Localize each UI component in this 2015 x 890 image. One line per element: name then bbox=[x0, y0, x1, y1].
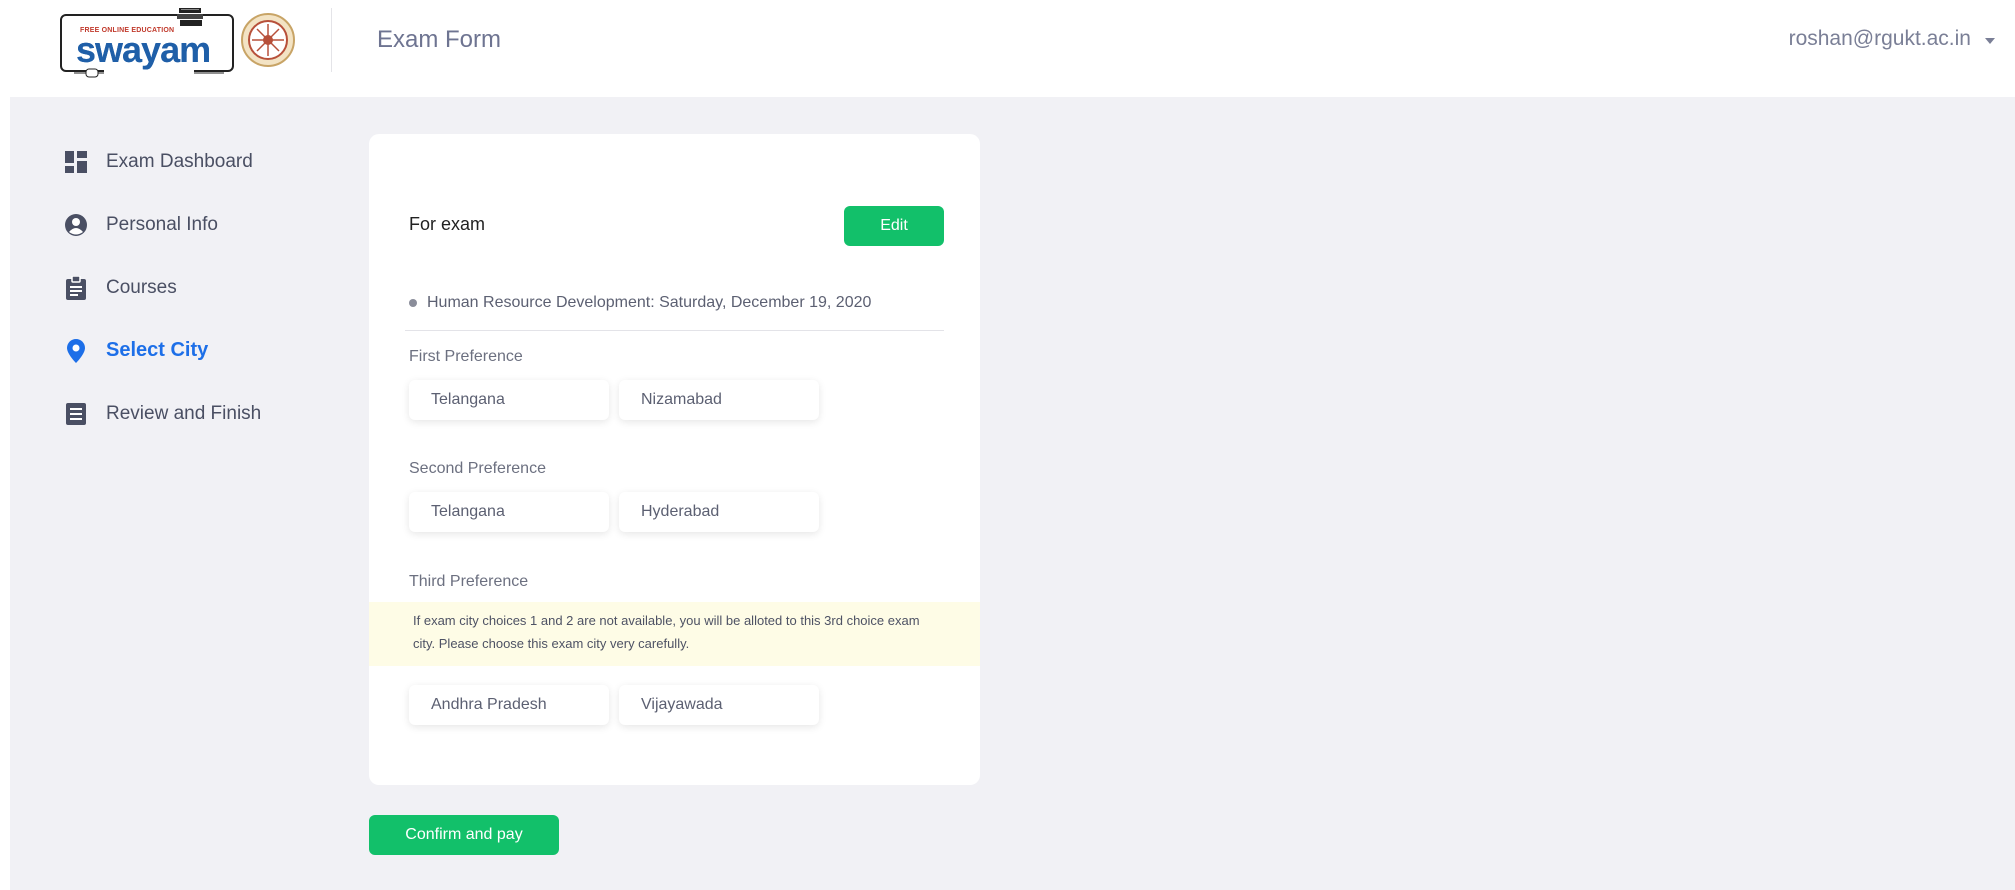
third-preference-state[interactable]: Andhra Pradesh bbox=[409, 685, 609, 725]
swayam-logo-box: FREE ONLINE EDUCATION swayam bbox=[60, 14, 234, 78]
map-pin-icon bbox=[64, 338, 88, 363]
first-preference-city[interactable]: Nizamabad bbox=[619, 380, 819, 420]
second-preference-state[interactable]: Telangana bbox=[409, 492, 609, 532]
sidebar-item-label: Personal Info bbox=[106, 213, 218, 235]
document-list-icon bbox=[64, 402, 88, 426]
first-preference-label: First Preference bbox=[409, 348, 523, 365]
exam-item: Human Resource Development: Saturday, De… bbox=[409, 294, 871, 312]
books-icon bbox=[177, 8, 203, 26]
second-preference-city[interactable]: Hyderabad bbox=[619, 492, 819, 532]
sidebar-item-select-city[interactable]: Select City bbox=[64, 319, 324, 382]
chevron-down-icon[interactable] bbox=[1985, 38, 1995, 44]
confirm-and-pay-button[interactable]: Confirm and pay bbox=[369, 815, 559, 855]
user-email[interactable]: roshan@rgukt.ac.in bbox=[1789, 27, 1971, 51]
logo-wordmark: swayam bbox=[76, 29, 211, 70]
first-preference-state[interactable]: Telangana bbox=[409, 380, 609, 420]
sidebar-item-label: Exam Dashboard bbox=[106, 150, 253, 172]
third-preference-notice: If exam city choices 1 and 2 are not ava… bbox=[369, 602, 980, 666]
second-preference-label: Second Preference bbox=[409, 460, 546, 477]
sidebar-item-courses[interactable]: Courses bbox=[64, 256, 324, 319]
bullet-icon bbox=[409, 299, 417, 307]
user-circle-icon bbox=[64, 213, 88, 237]
top-header: FREE ONLINE EDUCATION swayam Exam Form r… bbox=[0, 0, 2015, 97]
third-preference-city[interactable]: Vijayawada bbox=[619, 685, 819, 725]
clipboard-icon bbox=[64, 275, 88, 300]
third-preference-label: Third Preference bbox=[409, 573, 529, 590]
sidebar-item-personal-info[interactable]: Personal Info bbox=[64, 193, 324, 256]
emblem-icon bbox=[241, 13, 295, 67]
divider bbox=[405, 330, 944, 331]
sidebar-item-label: Review and Finish bbox=[106, 402, 262, 424]
page-title: Exam Form bbox=[377, 26, 502, 53]
sidebar-item-exam-dashboard[interactable]: Exam Dashboard bbox=[64, 130, 324, 193]
swayam-logo[interactable]: FREE ONLINE EDUCATION swayam bbox=[60, 6, 300, 78]
sidebar-item-label: Select City bbox=[106, 339, 209, 361]
card-title: For exam bbox=[409, 214, 486, 234]
logo-subline-graphic bbox=[74, 68, 224, 78]
exam-item-text: Human Resource Development: Saturday, De… bbox=[427, 294, 872, 311]
sidebar-nav: Exam Dashboard Personal Info Courses Sel… bbox=[64, 130, 324, 445]
sidebar-item-label: Courses bbox=[106, 276, 177, 298]
dashboard-icon bbox=[64, 150, 88, 174]
edit-button[interactable]: Edit bbox=[844, 206, 944, 246]
exam-city-card: For exam Edit Human Resource Development… bbox=[369, 134, 980, 785]
header-divider bbox=[331, 8, 332, 72]
user-menu[interactable]: roshan@rgukt.ac.in bbox=[1789, 27, 1995, 51]
sidebar-item-review-and-finish[interactable]: Review and Finish bbox=[64, 382, 324, 445]
